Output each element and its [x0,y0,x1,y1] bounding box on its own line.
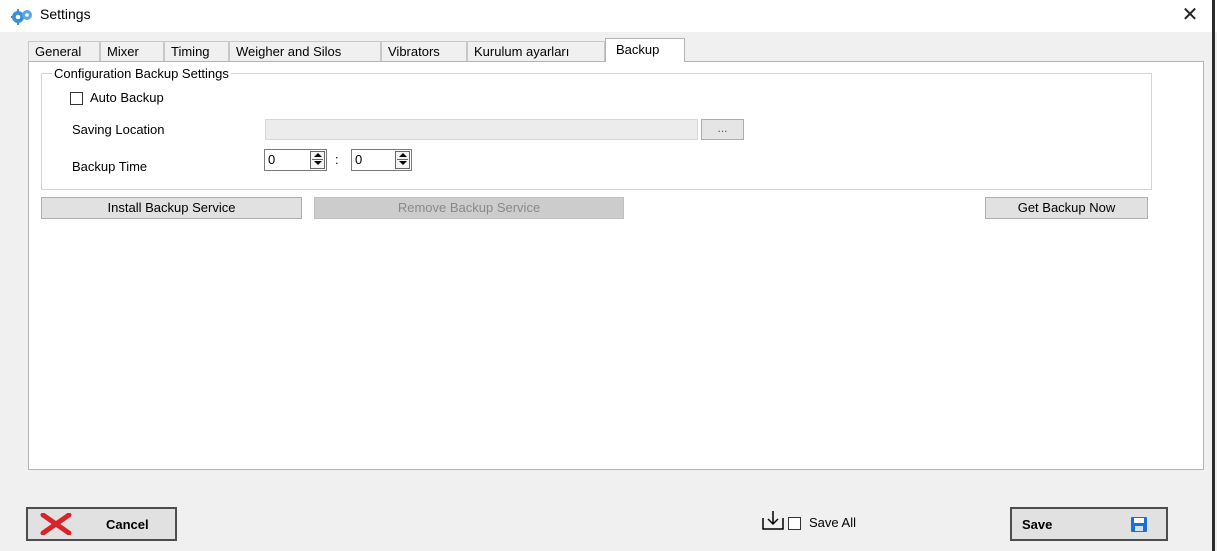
spin-down-icon[interactable] [314,161,322,165]
spin-up-icon[interactable] [314,153,322,157]
auto-backup-label: Auto Backup [90,90,164,105]
hour-value: 0 [268,152,276,167]
time-separator: : [335,152,339,167]
auto-backup-checkbox[interactable] [70,92,83,105]
title-bar: Settings ✕ [0,0,1217,32]
import-tray-icon [762,511,784,530]
save-label: Save [1022,517,1053,532]
hour-spinner[interactable]: 0 [264,149,327,171]
minute-value: 0 [355,152,363,167]
backup-tab-panel: Configuration Backup Settings Auto Backu… [28,61,1204,470]
cancel-x-icon [40,513,72,535]
close-icon[interactable]: ✕ [1178,2,1202,28]
cancel-label: Cancel [106,517,149,532]
spin-up-icon[interactable] [399,153,407,157]
save-all-label: Save All [809,515,856,530]
tab-vibrators[interactable]: Vibrators [381,41,467,61]
configuration-backup-group: Configuration Backup Settings Auto Backu… [41,66,1152,190]
remove-backup-service-button[interactable]: Remove Backup Service [314,197,624,219]
floppy-disk-icon [1131,517,1147,532]
window-title: Settings [40,6,91,22]
tab-weigher-and-silos[interactable]: Weigher and Silos [229,41,381,61]
tab-mixer[interactable]: Mixer [100,41,164,61]
gears-icon [11,9,32,25]
tab-general[interactable]: General [28,41,100,61]
minute-spin-arrows-icon[interactable] [395,151,410,169]
tab-kurulum-ayarlari[interactable]: Kurulum ayarları [467,41,605,61]
browse-button[interactable]: ... [701,119,744,140]
backup-time-label: Backup Time [72,159,148,174]
group-title: Configuration Backup Settings [52,66,231,81]
save-all-checkbox[interactable] [788,517,801,530]
hour-spin-arrows-icon[interactable] [310,151,325,169]
save-button[interactable]: Save [1010,507,1168,541]
window-edge [1212,0,1215,551]
minute-spinner[interactable]: 0 [351,149,412,171]
spin-down-icon[interactable] [399,161,407,165]
saving-location-input[interactable] [265,119,698,140]
get-backup-now-button[interactable]: Get Backup Now [985,197,1148,219]
cancel-button[interactable]: Cancel [26,507,177,541]
tab-backup[interactable]: Backup [605,38,685,62]
install-backup-service-button[interactable]: Install Backup Service [41,197,302,219]
saving-location-label: Saving Location [72,122,165,137]
tab-timing[interactable]: Timing [164,41,229,61]
